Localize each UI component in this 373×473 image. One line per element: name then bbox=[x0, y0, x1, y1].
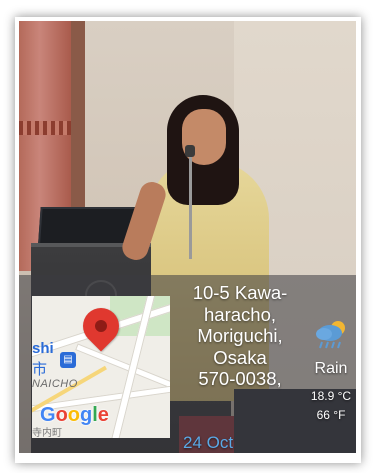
map-thumbnail[interactable]: shi ▤ 市 NAICHO 寺内町 Google bbox=[32, 296, 170, 438]
microphone-stand bbox=[189, 149, 192, 259]
train-station-icon: ▤ bbox=[60, 352, 76, 368]
temperature-celsius: 18.9 °C bbox=[310, 389, 352, 403]
rain-cloud-sun-icon bbox=[316, 321, 345, 349]
map-label: shi bbox=[32, 340, 54, 357]
map-label: NAICHO bbox=[32, 378, 78, 390]
temperature-fahrenheit: 66 °F bbox=[316, 408, 346, 422]
weather-condition: Rain bbox=[314, 360, 348, 377]
address-text: 10-5 Kawa- haracho, Moriguchi, Osaka 570… bbox=[192, 282, 288, 389]
google-logo: Google bbox=[40, 404, 109, 426]
microphone-icon bbox=[185, 145, 195, 157]
map-label: 市 bbox=[32, 361, 48, 378]
date-text: 24 Oct bbox=[183, 433, 234, 452]
location-pin-dot bbox=[95, 320, 107, 332]
curtain-fringe bbox=[19, 121, 75, 135]
